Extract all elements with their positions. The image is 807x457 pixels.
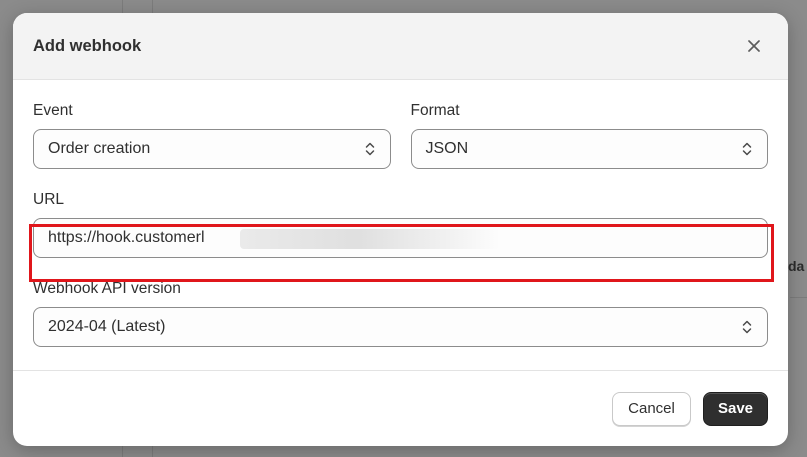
dialog-title: Add webhook <box>33 36 142 55</box>
chevron-up-down-icon <box>741 140 753 158</box>
chevron-up-down-icon <box>364 140 376 158</box>
api-version-field: Webhook API version 2024-04 (Latest) <box>33 280 768 347</box>
redacted-blur <box>240 229 500 249</box>
cancel-button[interactable]: Cancel <box>612 391 691 426</box>
dialog-header: Add webhook <box>13 13 788 80</box>
background-divider <box>790 297 807 298</box>
api-version-label: Webhook API version <box>33 280 181 297</box>
save-button[interactable]: Save <box>703 391 768 426</box>
event-select-value: Order creation <box>48 140 151 157</box>
close-icon <box>748 40 760 52</box>
url-input-value: https://hook.customerl <box>48 229 205 246</box>
api-version-select[interactable]: 2024-04 (Latest) <box>33 307 768 347</box>
url-label: URL <box>33 191 65 208</box>
chevron-up-down-icon <box>741 318 753 336</box>
event-field: Event Order creation <box>33 102 391 169</box>
url-field: URL https://hook.customerl <box>33 191 768 258</box>
close-button[interactable] <box>742 34 766 58</box>
format-select[interactable]: JSON <box>410 129 768 169</box>
add-webhook-dialog: Add webhook Event Order creation Format <box>13 13 788 446</box>
event-select[interactable]: Order creation <box>33 129 391 169</box>
format-select-value: JSON <box>425 140 469 157</box>
format-field: Format JSON <box>410 102 768 169</box>
api-version-select-value: 2024-04 (Latest) <box>48 318 166 335</box>
dialog-body: Event Order creation Format JSON URL htt… <box>13 80 788 347</box>
dialog-footer: Cancel Save <box>13 370 788 446</box>
background-peek-text: da <box>788 258 805 274</box>
format-label: Format <box>410 102 460 119</box>
url-input[interactable]: https://hook.customerl <box>33 218 768 258</box>
event-label: Event <box>33 102 73 119</box>
